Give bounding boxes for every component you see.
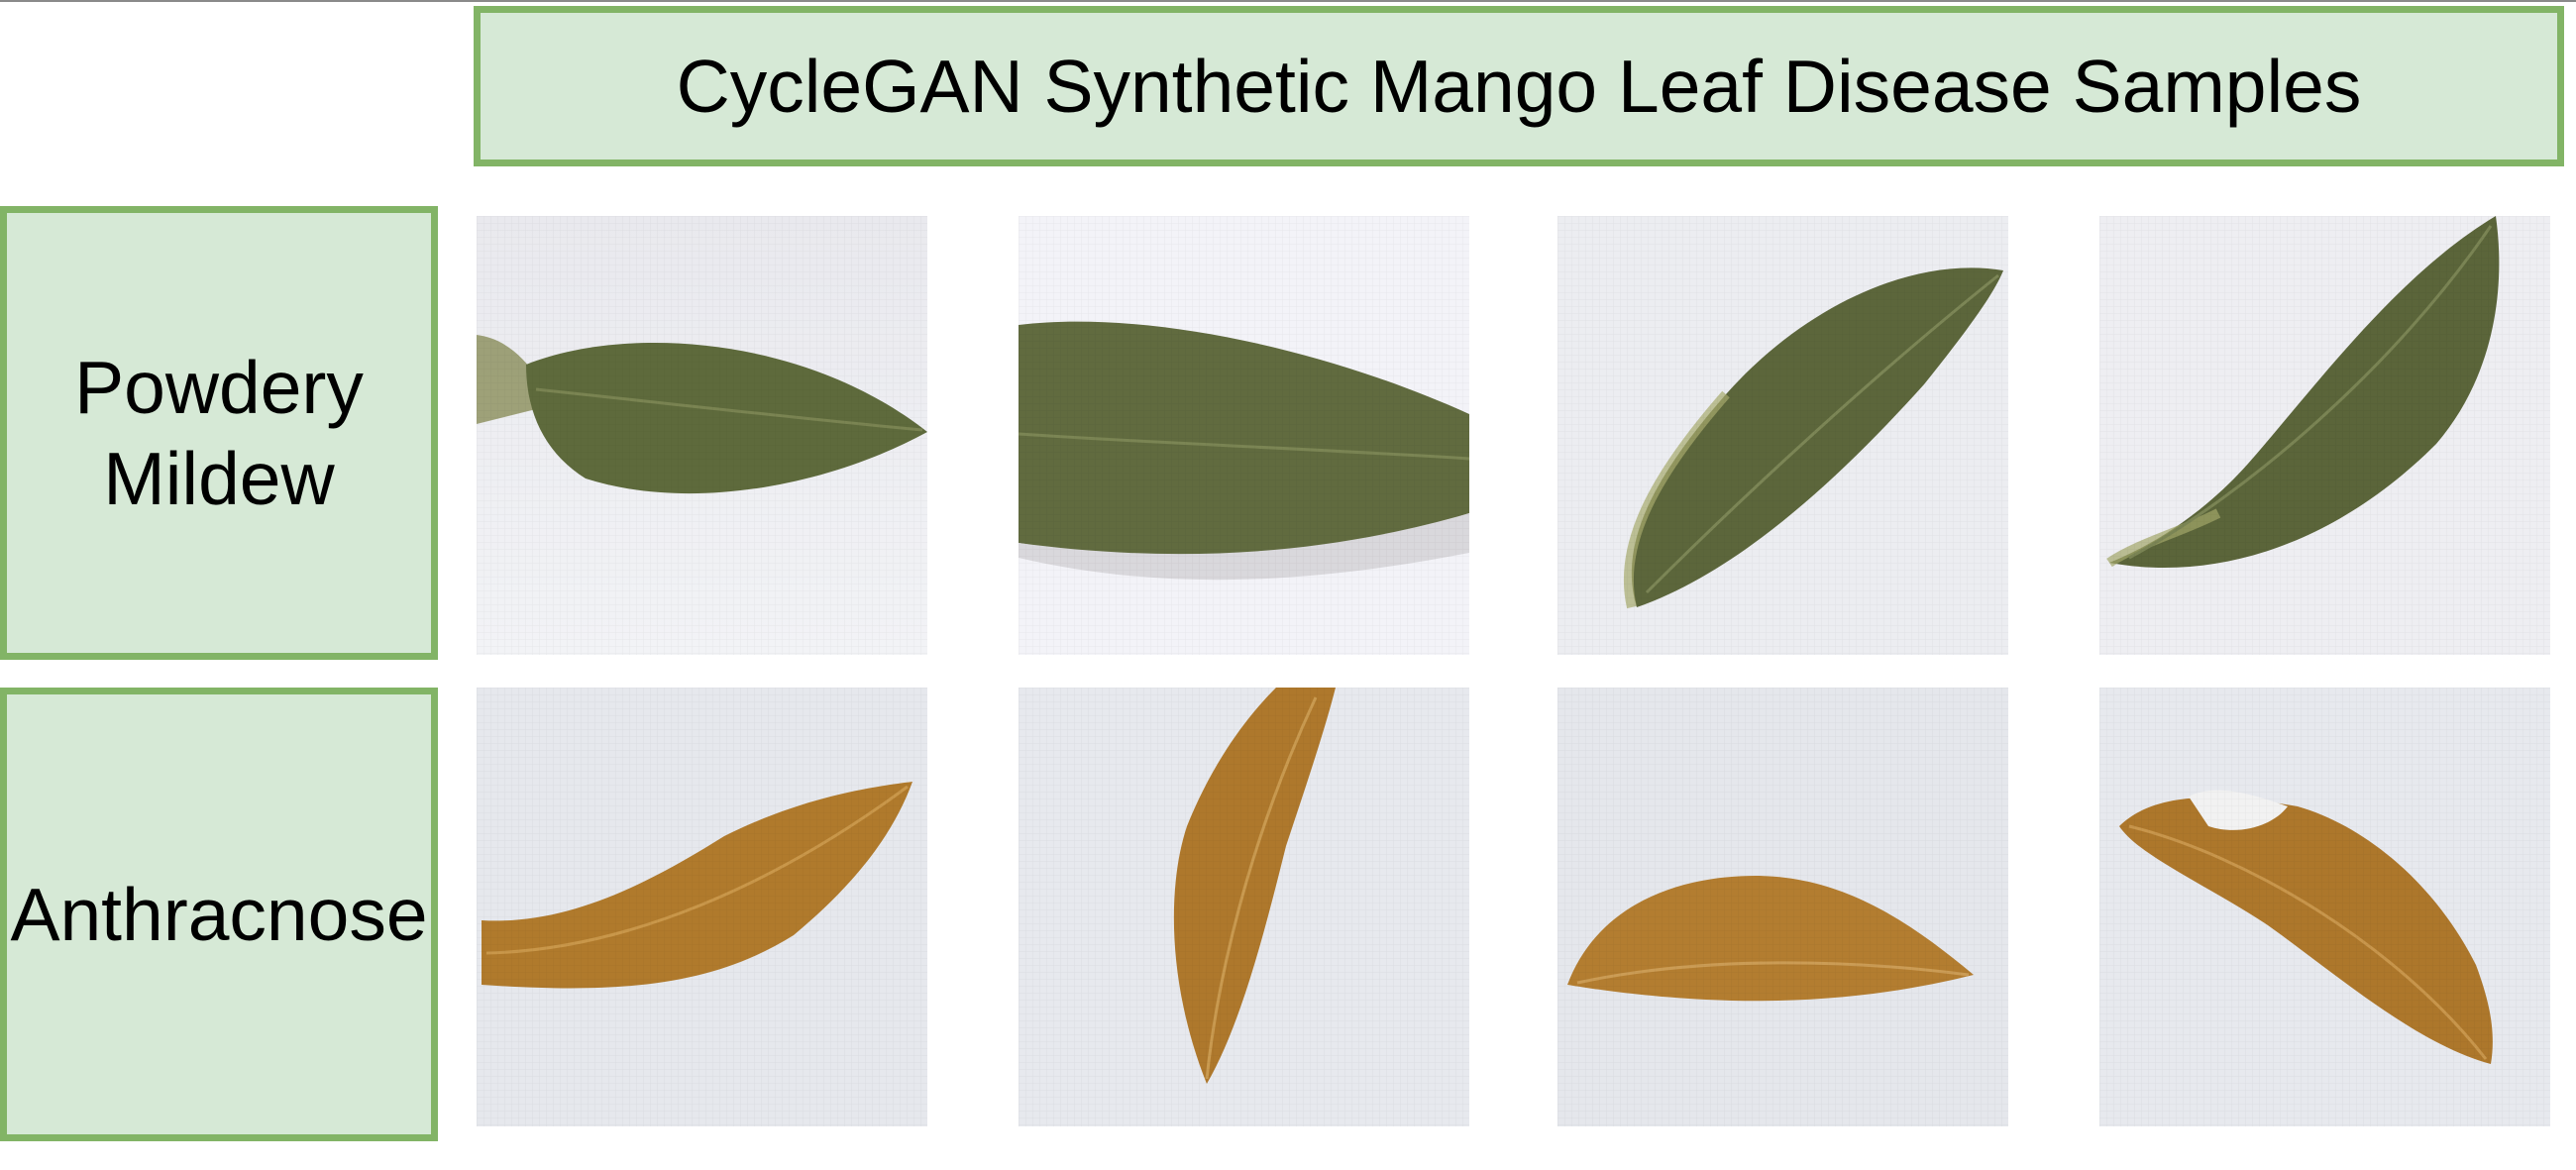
figure-title-text: CycleGAN Synthetic Mango Leaf Disease Sa…: [676, 45, 2362, 128]
sample-image-anthracnose-2: [1019, 688, 1469, 1126]
row-label-line-1: Powdery: [74, 346, 364, 429]
sample-image-powdery-mildew-3: [1557, 216, 2008, 655]
row-label-line-2: Mildew: [103, 437, 335, 520]
top-divider: [0, 0, 2576, 2]
sample-image-anthracnose-4: [2099, 688, 2550, 1126]
figure-title: CycleGAN Synthetic Mango Leaf Disease Sa…: [474, 6, 2564, 166]
row-label-powdery-mildew: Powdery Mildew: [0, 206, 438, 660]
row-label-text: Anthracnose: [10, 873, 428, 956]
sample-image-anthracnose-3: [1557, 688, 2008, 1126]
sample-image-powdery-mildew-2: [1019, 216, 1469, 655]
sample-image-powdery-mildew-1: [477, 216, 927, 655]
row-label-anthracnose: Anthracnose: [0, 688, 438, 1141]
sample-image-anthracnose-1: [477, 688, 927, 1126]
sample-image-powdery-mildew-4: [2099, 216, 2550, 655]
